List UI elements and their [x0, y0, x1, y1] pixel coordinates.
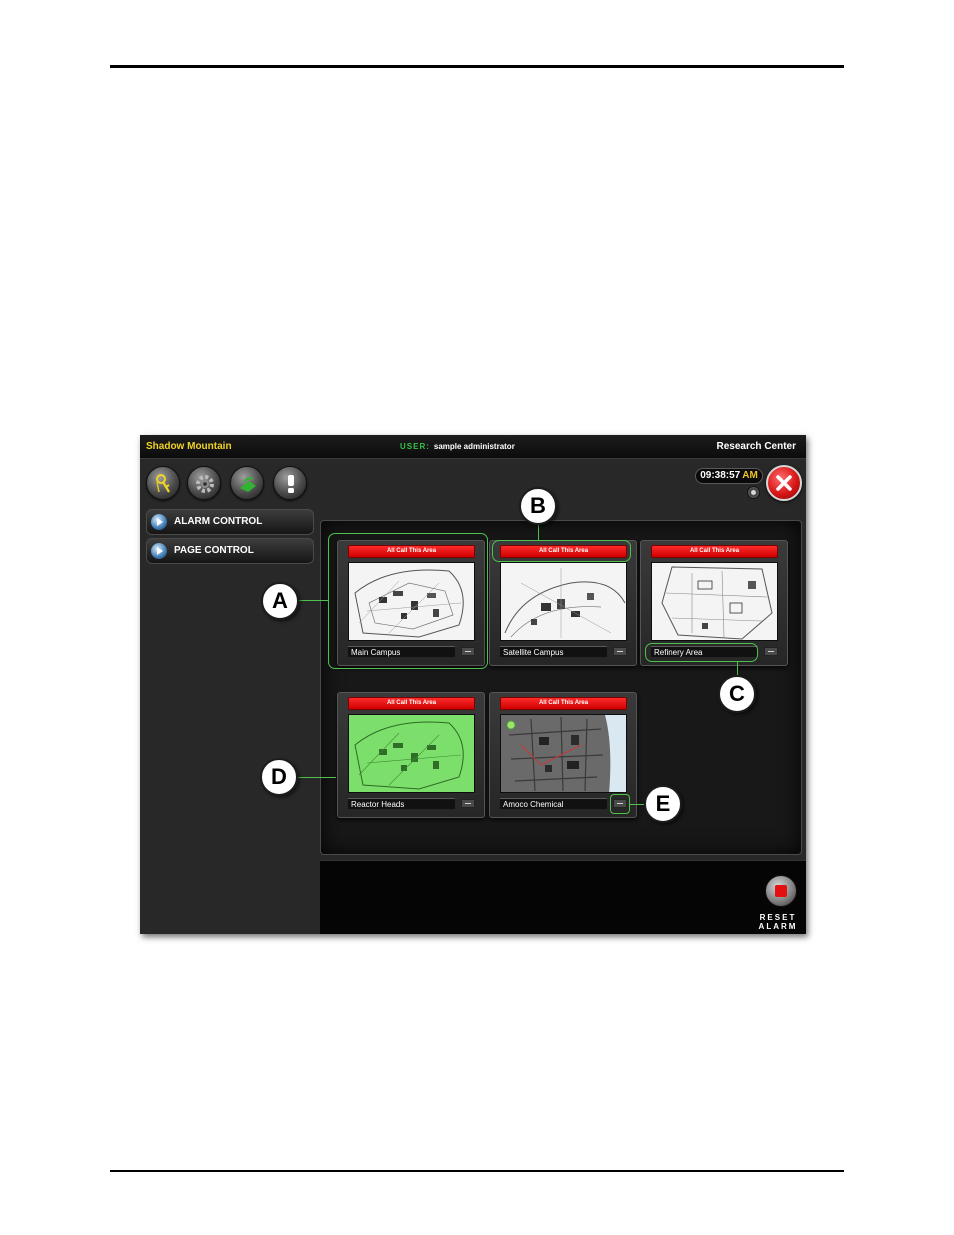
clock-display: 09:38:57 AM — [695, 468, 763, 484]
sidebar-item-page-control[interactable]: PAGE CONTROL — [146, 538, 314, 564]
chemical-map-image — [501, 715, 626, 792]
user-name: sample administrator — [433, 442, 515, 451]
page-top-rule — [110, 65, 844, 68]
area-minimize-button[interactable] — [613, 647, 627, 656]
key-button[interactable] — [146, 466, 180, 500]
close-icon — [776, 475, 792, 491]
all-call-button[interactable]: All Call This Area — [348, 697, 475, 710]
callout-c-highlight — [645, 643, 758, 662]
refinery-map-image — [652, 563, 777, 640]
reset-label-line1: RESET — [759, 913, 797, 922]
callout-a-highlight — [328, 533, 488, 669]
key-icon — [156, 474, 170, 493]
page-bottom-rule — [110, 1170, 844, 1172]
area-map-thumbnail[interactable] — [500, 714, 627, 793]
reset-label-line2: ALARM — [758, 922, 798, 931]
reset-alarm-button[interactable] — [765, 875, 797, 907]
callout-a-line — [298, 600, 328, 601]
clock-knob[interactable] — [747, 486, 760, 499]
callout-e-line — [630, 804, 644, 805]
reactor-map-image — [349, 715, 474, 792]
callout-e: E — [644, 785, 682, 823]
satellite-map-image — [501, 563, 626, 640]
area-card-reactor-heads[interactable]: All Call This Area Reactor Heads — [337, 692, 485, 818]
callout-d-line — [298, 777, 336, 778]
brand-name: Shadow Mountain — [146, 441, 232, 452]
callout-e-highlight — [610, 794, 630, 814]
close-button[interactable] — [766, 465, 802, 501]
callout-b-line — [538, 524, 539, 540]
area-name: Satellite Campus — [500, 646, 607, 657]
area-minimize-button[interactable] — [764, 647, 778, 656]
callout-b: B — [519, 487, 557, 525]
user-tag: USER: — [400, 442, 430, 451]
all-call-button[interactable]: All Call This Area — [500, 697, 627, 710]
all-call-button[interactable]: All Call This Area — [651, 545, 778, 558]
callout-d: D — [260, 758, 298, 796]
user-display: USER: sample administrator — [400, 435, 515, 459]
pager-icon — [240, 477, 256, 492]
settings-button[interactable] — [187, 466, 221, 500]
status-area — [320, 860, 806, 934]
callout-c-line — [737, 662, 738, 676]
site-name: Research Center — [716, 441, 796, 452]
clock-time: 09:38:57 — [700, 470, 741, 481]
reset-alarm-label: RESET ALARM — [752, 913, 804, 931]
app-window: Shadow Mountain USER: sample administrato… — [140, 435, 806, 934]
area-name: Reactor Heads — [348, 798, 455, 809]
gear-icon — [196, 475, 214, 493]
area-name: Amoco Chemical — [500, 798, 607, 809]
clock-ampm: AM — [742, 470, 758, 481]
area-map-thumbnail[interactable] — [651, 562, 778, 641]
callout-a: A — [261, 582, 299, 620]
area-map-thumbnail[interactable] — [348, 714, 475, 793]
callout-c: C — [718, 675, 756, 713]
page-button[interactable] — [230, 466, 264, 500]
sidebar-item-label: ALARM CONTROL — [174, 516, 263, 527]
title-bar: Shadow Mountain USER: sample administrato… — [140, 435, 806, 459]
sidebar-item-alarm-control[interactable]: ALARM CONTROL — [146, 509, 314, 535]
alert-icon — [288, 475, 294, 493]
alert-button[interactable] — [273, 466, 307, 500]
play-icon — [151, 514, 167, 530]
area-map-thumbnail[interactable] — [500, 562, 627, 641]
play-icon — [151, 543, 167, 559]
area-minimize-button[interactable] — [461, 799, 475, 808]
sidebar-item-label: PAGE CONTROL — [174, 545, 254, 556]
callout-b-highlight — [492, 540, 631, 562]
